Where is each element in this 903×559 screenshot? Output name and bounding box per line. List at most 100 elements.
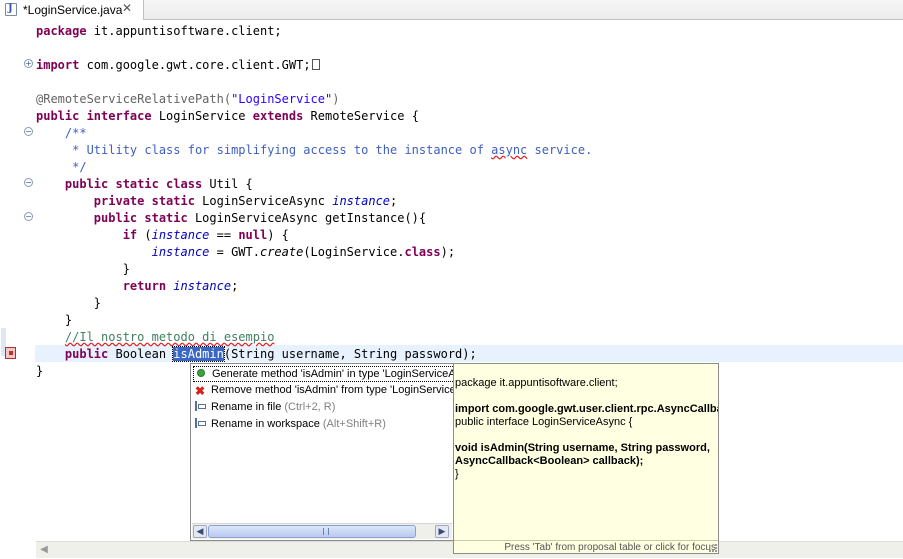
code-text: Boolean [108, 347, 174, 361]
editor-tab-bar: J *LoginService.java ✕ [0, 0, 903, 20]
proposals-horizontal-scrollbar[interactable]: ◀ ▶ [192, 523, 452, 539]
preview-line: package it.appuntisoftware.client; [455, 377, 618, 389]
preview-line: void isAdmin(String username, String pas… [455, 442, 710, 454]
java-file-icon-letter: J [8, 3, 13, 14]
code-line: return instance; [36, 278, 239, 295]
preview-line: public interface LoginServiceAsync { [455, 416, 633, 428]
code-line: } [36, 296, 102, 310]
keyword: extends [252, 109, 304, 123]
annotation: @RemoteServiceRelativePath( [36, 92, 232, 106]
field-reference: instance [151, 245, 210, 259]
comment: /** [36, 126, 87, 140]
keyword: public interface [36, 109, 152, 123]
proposal-label: Rename in file [211, 401, 285, 413]
field-reference: instance [151, 228, 210, 242]
field-reference: instance [332, 194, 391, 208]
add-method-icon [194, 367, 208, 379]
code-line: package it.appuntisoftware.client; [36, 23, 282, 40]
code-line: //Il nostro metodo di esempio [36, 329, 275, 346]
code-line: import com.google.gwt.core.client.GWT; [36, 57, 320, 74]
preview-line: } [455, 468, 459, 480]
collapse-fold-icon[interactable]: − [24, 127, 33, 136]
preview-status-text: Press 'Tab' from proposal table or click… [454, 540, 718, 553]
code-text: = GWT. [209, 245, 260, 259]
code-line: } [36, 364, 44, 378]
code-text: it.appuntisoftware.client; [86, 24, 282, 38]
code-line: */ [36, 159, 87, 176]
proposal-rename-in-workspace[interactable]: Rename in workspace (Alt+Shift+R) [193, 417, 386, 433]
code-text: LoginService [151, 109, 253, 123]
expand-fold-icon[interactable]: + [24, 59, 33, 68]
rename-icon [193, 417, 207, 429]
misspelled-word[interactable]: async [491, 143, 527, 157]
static-method-call: create [259, 245, 304, 259]
code-text: com.google.gwt.core.client.GWT; [79, 58, 311, 72]
preview-line: import com.google.gwt.user.client.rpc.As… [455, 403, 719, 415]
keyword: if [36, 228, 138, 242]
quick-fix-proposals[interactable]: Generate method 'isAdmin' in type 'Login… [190, 363, 484, 541]
close-icon[interactable]: ✕ [122, 1, 132, 15]
code-text: (String username, String password); [223, 347, 477, 361]
scroll-left-arrow-icon[interactable]: ◀ [193, 525, 207, 538]
vertical-ruler [0, 20, 20, 540]
code-line: public Boolean isAdmin(String username, … [36, 346, 477, 363]
keyword: public [36, 347, 109, 361]
tab-bar-background [143, 0, 903, 19]
code-text: == [209, 228, 239, 242]
keyword: public static [36, 211, 188, 225]
resize-grip-icon[interactable] [709, 544, 717, 552]
line-comment: //Il nostro metodo di esempio [64, 330, 275, 344]
proposal-preview-popup[interactable]: package it.appuntisoftware.client; impor… [453, 363, 719, 554]
code-line: public interface LoginService extends Re… [36, 108, 419, 125]
comment: * Utility class for simplifying access t… [36, 143, 492, 157]
collapse-fold-icon[interactable]: − [24, 178, 33, 187]
string-literal: "LoginService" [231, 92, 333, 106]
scroll-right-arrow-icon[interactable]: ▶ [435, 525, 449, 538]
code-text: Util { [202, 177, 253, 191]
collapse-fold-icon[interactable]: − [24, 212, 33, 221]
scrollbar-thumb[interactable] [208, 525, 416, 538]
code-line: /** [36, 125, 87, 142]
folded-imports-marker[interactable] [311, 59, 320, 70]
keyword: return [36, 279, 167, 293]
proposal-rename-in-file[interactable]: Rename in file (Ctrl+2, R) [193, 400, 335, 416]
keyword: private static [36, 194, 195, 208]
field-reference: instance [173, 279, 232, 293]
code-line: public static class Util { [36, 176, 253, 193]
code-line: public static LoginServiceAsync getInsta… [36, 210, 426, 227]
proposal-label: Generate method 'isAdmin' in type 'Login… [212, 368, 481, 380]
proposal-shortcut: (Ctrl+2, R) [284, 401, 336, 413]
remove-icon: ✖ [194, 384, 206, 398]
code-text: ; [390, 194, 398, 208]
code-line: if (instance == null) { [36, 227, 289, 244]
rename-icon [193, 400, 207, 412]
scrollbar-grip-icon [323, 528, 329, 535]
tab-title: *LoginService.java [23, 3, 123, 17]
code-line: @RemoteServiceRelativePath("LoginService… [36, 91, 339, 108]
code-text: RemoteService { [303, 109, 419, 123]
proposal-remove-method[interactable]: ✖ Remove method 'isAdmin' from type 'Logi… [193, 383, 458, 399]
keyword: package [36, 24, 87, 38]
code-text: ( [137, 228, 152, 242]
code-text: LoginServiceAsync [194, 194, 333, 208]
code-text: ); [440, 245, 456, 259]
error-icon[interactable] [5, 347, 16, 359]
keyword: null [238, 228, 268, 242]
code-line: } [36, 313, 73, 327]
code-text: ; [231, 279, 239, 293]
code-text: LoginServiceAsync getInstance(){ [187, 211, 427, 225]
code-line: * Utility class for simplifying access t… [36, 142, 592, 159]
comment: */ [36, 160, 87, 174]
keyword: class [404, 245, 441, 259]
code-text: (LoginService. [303, 245, 405, 259]
scroll-left-arrow-icon[interactable]: ◀ [37, 543, 51, 557]
code-line: } [36, 262, 130, 276]
tab-login-service[interactable]: J *LoginService.java ✕ [0, 0, 144, 20]
java-file-icon: J [5, 3, 17, 16]
selected-method-name[interactable]: isAdmin [172, 346, 225, 362]
keyword: public static class [36, 177, 203, 191]
code-line: private static LoginServiceAsync instanc… [36, 193, 397, 210]
proposal-generate-method[interactable]: Generate method 'isAdmin' in type 'Login… [193, 366, 484, 382]
